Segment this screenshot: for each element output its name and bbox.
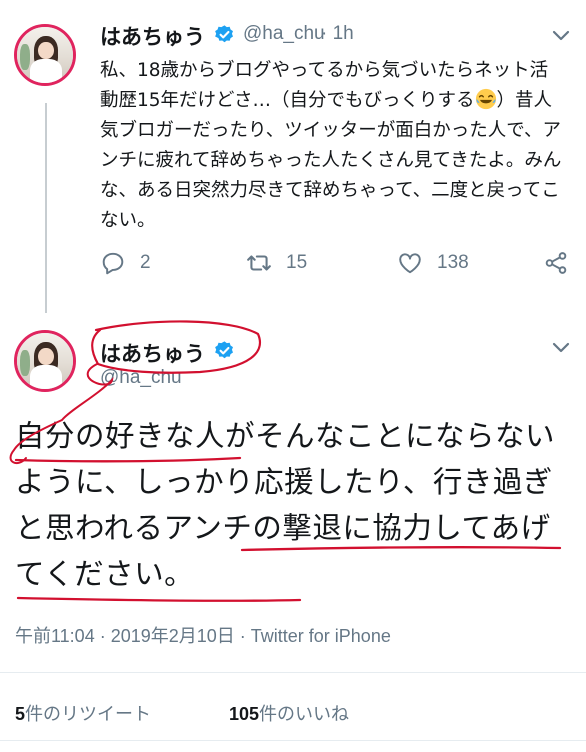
user-handle[interactable]: @ha_chu (100, 367, 182, 389)
retweets-label: 件のリツイート (25, 704, 152, 724)
display-name[interactable]: はあちゅう (100, 338, 205, 368)
chevron-down-icon[interactable] (552, 342, 570, 354)
timestamp[interactable]: · 1h (321, 23, 354, 45)
share-button[interactable] (543, 247, 569, 279)
verified-badge-icon (215, 25, 233, 43)
likes-count: 105 (229, 704, 260, 724)
divider (0, 672, 586, 673)
like-count: 138 (437, 252, 469, 273)
avatar[interactable] (14, 330, 76, 392)
like-button[interactable]: 138 (397, 247, 469, 279)
likes-label: 件のいいね (259, 704, 350, 724)
tweet-timestamp-meta[interactable]: 午前11:04 · 2019年2月10日 · Twitter for iPhon… (15, 622, 391, 648)
underlined-phrase: 自分の好きな人 (15, 419, 226, 453)
retweet-icon (247, 255, 271, 271)
heart-icon (399, 253, 421, 274)
likes-stat[interactable]: 105件のいいね (229, 700, 349, 726)
display-name[interactable]: はあちゅう (100, 21, 205, 51)
tweet-text: 私、18歳からブログやってるから気づいたらネット活動歴15年だけどさ…（自分でも… (100, 56, 562, 236)
retweet-count: 15 (286, 252, 308, 273)
reply-count: 2 (140, 252, 151, 273)
share-icon (545, 252, 567, 274)
thread-connector-line (45, 103, 47, 313)
tweet-text-large: 自分の好きな人がそんなことにならないように、しっかり応援したり、行き過ぎと思われ… (15, 413, 575, 597)
avatar[interactable] (14, 24, 76, 86)
laughing-crying-emoji-icon (475, 88, 496, 110)
chevron-down-icon[interactable] (552, 30, 570, 42)
user-handle[interactable]: @ha_chu (243, 23, 325, 45)
retweet-button[interactable]: 15 (246, 247, 307, 279)
reply-icon (102, 252, 124, 275)
divider (0, 740, 586, 741)
reply-button[interactable]: 2 (100, 247, 151, 279)
verified-badge-icon (215, 341, 233, 359)
retweets-stat[interactable]: 5件のリツイート (15, 700, 151, 726)
retweets-count: 5 (15, 704, 26, 724)
tweet-text-part: ）昔人気ブロガーだったり、ツイッターが面白かった人で、アンチに疲れて辞めちゃった… (100, 90, 562, 231)
